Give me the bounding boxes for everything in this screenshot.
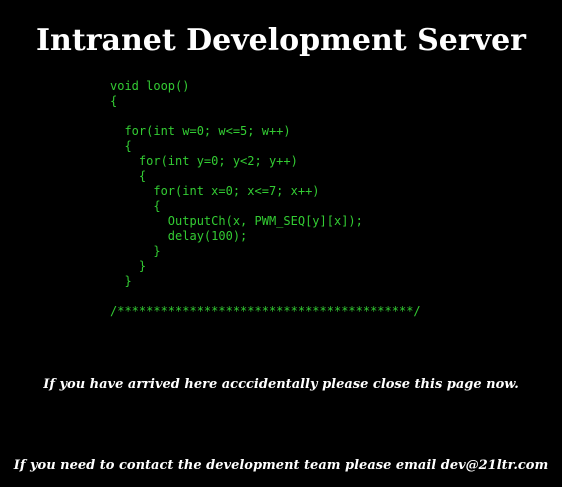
code-line: delay(100); — [110, 229, 248, 243]
code-line: for(int x=0; x<=7; x++) — [110, 184, 320, 198]
accidental-visit-notice: If you have arrived here acccidentally p… — [43, 377, 519, 392]
code-line: { — [110, 169, 147, 183]
code-line: OutputCh(x, PWM_SEQ[y][x]); — [110, 214, 363, 228]
code-line: } — [110, 259, 147, 273]
code-line: } — [110, 274, 132, 288]
code-line: for(int y=0; y<2; y++) — [110, 154, 298, 168]
code-line: void loop() — [110, 79, 190, 93]
contact-notice: If you need to contact the development t… — [13, 458, 549, 473]
code-line: { — [110, 139, 132, 153]
code-line: { — [110, 94, 118, 108]
code-line: } — [110, 244, 161, 258]
code-line: for(int w=0; w<=5; w++) — [110, 124, 291, 138]
code-snippet: void loop(){ for(int w=0; w<=5; w++) { f… — [110, 79, 421, 319]
code-line: { — [110, 199, 161, 213]
code-line: /***************************************… — [110, 304, 421, 318]
page-title: Intranet Development Server — [36, 23, 526, 58]
